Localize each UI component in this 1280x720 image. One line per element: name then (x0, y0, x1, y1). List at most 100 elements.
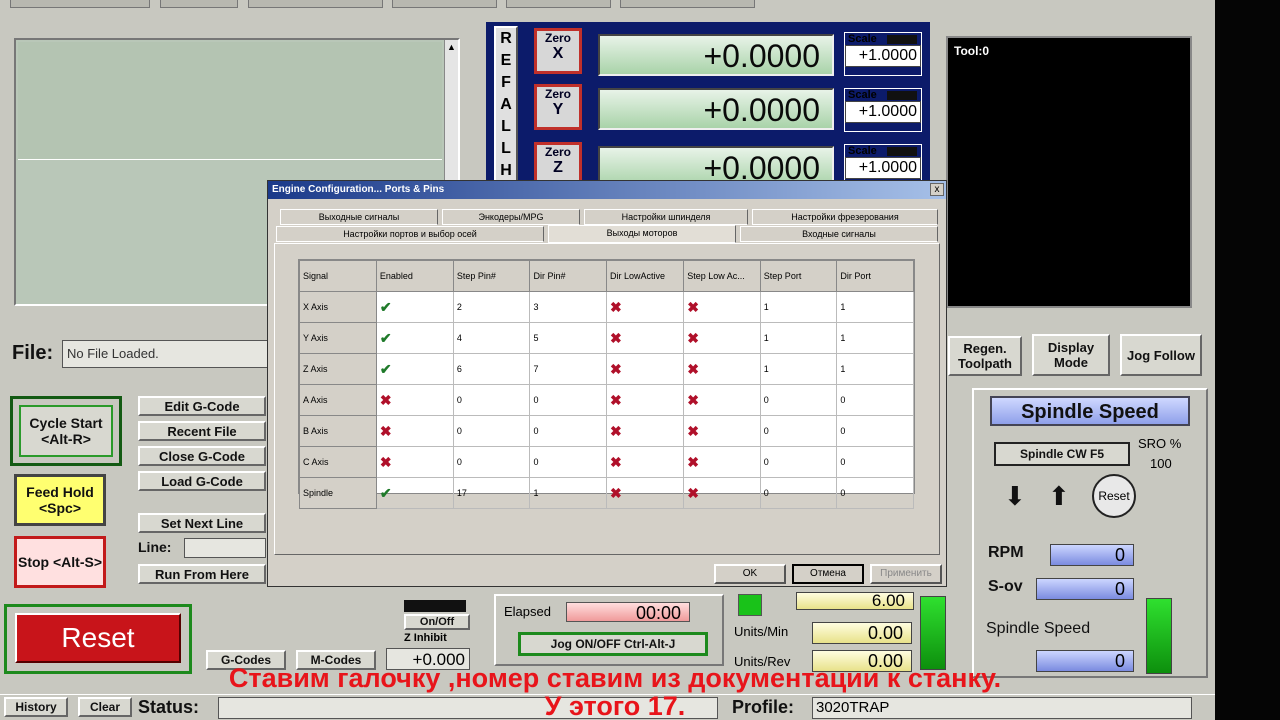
cell-dir-port[interactable]: 1 (836, 291, 914, 323)
cell-dir-port[interactable]: 0 (836, 384, 914, 416)
tab-output-signals[interactable]: Выходные сигналы (280, 209, 438, 225)
cell-dir-low[interactable]: ✖ (606, 477, 685, 509)
set-next-line-button[interactable]: Set Next Line (138, 513, 266, 533)
cell-dir-low[interactable]: ✖ (606, 446, 685, 478)
reset-button[interactable]: Reset (15, 613, 181, 663)
cell-step-port[interactable]: 0 (759, 415, 838, 447)
load-gcode-button[interactable]: Load G-Code (138, 471, 266, 491)
cell-dir-pin[interactable]: 0 (529, 415, 608, 447)
close-gcode-button[interactable]: Close G-Code (138, 446, 266, 466)
table-row[interactable]: B Axis ✖ 0 0 ✖ ✖ 0 0 (299, 415, 914, 447)
cross-icon[interactable]: ✖ (687, 392, 699, 408)
cell-dir-pin[interactable]: 1 (529, 477, 608, 509)
cell-step-port[interactable]: 1 (759, 322, 838, 354)
scale-x-value[interactable]: +1.0000 (845, 45, 921, 67)
cell-dir-port[interactable]: 0 (836, 477, 914, 509)
check-icon[interactable]: ✔ (380, 330, 392, 346)
tab-offsets[interactable] (392, 0, 497, 8)
cell-dir-port[interactable]: 0 (836, 415, 914, 447)
table-row[interactable]: Z Axis ✔ 6 7 ✖ ✖ 1 1 (299, 353, 914, 385)
spindle-override-slider[interactable] (1146, 598, 1172, 674)
check-icon[interactable]: ✔ (380, 485, 392, 501)
spindle-down-icon[interactable]: ⬇ (1004, 482, 1026, 510)
close-icon[interactable]: x (930, 183, 944, 196)
jog-onoff-button[interactable]: Jog ON/OFF Ctrl-Alt-J (518, 632, 708, 656)
cross-icon[interactable]: ✖ (610, 423, 622, 439)
cross-icon[interactable]: ✖ (610, 454, 622, 470)
cross-icon[interactable]: ✖ (610, 392, 622, 408)
feed-hold-button[interactable]: Feed Hold <Spc> (14, 474, 106, 526)
cell-dir-low[interactable]: ✖ (606, 384, 685, 416)
run-from-here-button[interactable]: Run From Here (138, 564, 266, 584)
cross-icon[interactable]: ✖ (380, 423, 392, 439)
z-inhibit-onoff-button[interactable]: On/Off (404, 614, 470, 630)
cell-dir-pin[interactable]: 5 (529, 322, 608, 354)
cell-dir-pin[interactable]: 0 (529, 384, 608, 416)
cell-enabled[interactable]: ✔ (375, 291, 454, 323)
cross-icon[interactable]: ✖ (380, 454, 392, 470)
cross-icon[interactable]: ✖ (687, 423, 699, 439)
tab-input-signals[interactable]: Входные сигналы (740, 226, 938, 242)
ref-all-home-button[interactable]: R E F A L L H (494, 26, 518, 190)
cross-icon[interactable]: ✖ (687, 330, 699, 346)
tab-mdi[interactable] (160, 0, 238, 8)
tab-tool-path[interactable] (248, 0, 383, 8)
cell-step-low[interactable]: ✖ (683, 415, 761, 447)
cell-enabled[interactable]: ✖ (375, 384, 454, 416)
cancel-button[interactable]: Отмена (792, 564, 864, 584)
cell-enabled[interactable]: ✔ (375, 353, 454, 385)
toolpath-display[interactable]: Tool:0 (946, 36, 1192, 308)
cell-step-pin[interactable]: 4 (452, 322, 531, 354)
line-field[interactable] (184, 538, 266, 558)
cell-dir-pin[interactable]: 3 (529, 291, 608, 323)
cell-step-port[interactable]: 1 (759, 353, 838, 385)
dro-x[interactable]: +0.0000 (598, 34, 834, 76)
cross-icon[interactable]: ✖ (610, 485, 622, 501)
cross-icon[interactable]: ✖ (380, 392, 392, 408)
cross-icon[interactable]: ✖ (687, 485, 699, 501)
cross-icon[interactable]: ✖ (687, 361, 699, 377)
cell-enabled[interactable]: ✔ (375, 477, 454, 509)
spindle-cw-button[interactable]: Spindle CW F5 (994, 442, 1130, 466)
cell-step-low[interactable]: ✖ (683, 322, 761, 354)
table-row[interactable]: Y Axis ✔ 4 5 ✖ ✖ 1 1 (299, 322, 914, 354)
cell-step-low[interactable]: ✖ (683, 291, 761, 323)
cell-dir-port[interactable]: 1 (836, 322, 914, 354)
zero-x-button[interactable]: Zero X (534, 28, 582, 74)
cell-step-pin[interactable]: 0 (452, 446, 531, 478)
cell-dir-port[interactable]: 1 (836, 353, 914, 385)
display-mode-button[interactable]: Display Mode (1032, 334, 1110, 376)
cell-step-low[interactable]: ✖ (683, 477, 761, 509)
cross-icon[interactable]: ✖ (687, 454, 699, 470)
table-row[interactable]: Spindle ✔ 17 1 ✖ ✖ 0 0 (299, 477, 914, 509)
cell-step-port[interactable]: 1 (759, 291, 838, 323)
tab-mill-options[interactable]: Настройки фрезерования (752, 209, 938, 225)
scroll-up-icon[interactable]: ▲ (445, 40, 458, 54)
tab-diagnostics[interactable] (620, 0, 755, 8)
scale-y-value[interactable]: +1.0000 (845, 101, 921, 123)
spindle-reset-button[interactable]: Reset (1092, 474, 1136, 518)
cell-enabled[interactable]: ✖ (375, 415, 454, 447)
cross-icon[interactable]: ✖ (610, 361, 622, 377)
tab-motor-outputs[interactable]: Выходы моторов (548, 225, 736, 243)
cell-step-port[interactable]: 0 (759, 446, 838, 478)
cross-icon[interactable]: ✖ (687, 299, 699, 315)
cross-icon[interactable]: ✖ (610, 330, 622, 346)
table-row[interactable]: A Axis ✖ 0 0 ✖ ✖ 0 0 (299, 384, 914, 416)
cell-step-port[interactable]: 0 (759, 477, 838, 509)
apply-button[interactable]: Применить (870, 564, 942, 584)
cell-step-pin[interactable]: 0 (452, 384, 531, 416)
tab-spindle-setup[interactable]: Настройки шпинделя (584, 209, 748, 225)
zero-y-button[interactable]: Zero Y (534, 84, 582, 130)
regen-toolpath-button[interactable]: Regen. Toolpath (948, 336, 1022, 376)
cell-dir-low[interactable]: ✖ (606, 415, 685, 447)
spindle-up-icon[interactable]: ⬆ (1048, 482, 1070, 510)
table-row[interactable]: C Axis ✖ 0 0 ✖ ✖ 0 0 (299, 446, 914, 478)
tab-program-run[interactable] (10, 0, 150, 8)
cell-enabled[interactable]: ✔ (375, 322, 454, 354)
tab-settings[interactable] (506, 0, 611, 8)
cell-step-pin[interactable]: 6 (452, 353, 531, 385)
cross-icon[interactable]: ✖ (610, 299, 622, 315)
dro-y[interactable]: +0.0000 (598, 88, 834, 130)
cell-step-pin[interactable]: 0 (452, 415, 531, 447)
